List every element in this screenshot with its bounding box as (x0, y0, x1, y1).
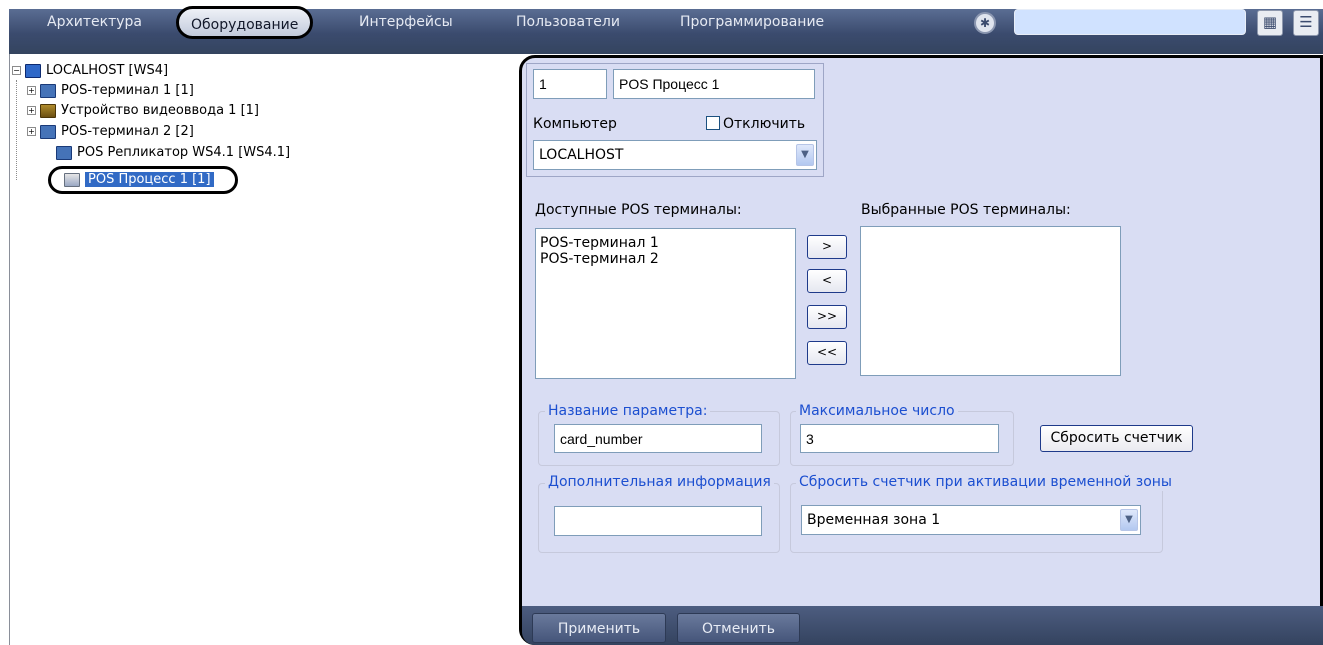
selected-terminals-label: Выбранные POS терминалы: (861, 202, 1071, 218)
menu-item-equipment[interactable]: Оборудование (176, 6, 314, 39)
param-name-label: Название параметра: (545, 402, 711, 420)
collapse-icon[interactable]: − (12, 66, 21, 75)
checkbox-icon[interactable] (706, 116, 720, 130)
menu-list-icon[interactable]: ☰ (1293, 10, 1319, 36)
menu-item-architecture[interactable]: Архитектура (47, 0, 142, 45)
max-number-field[interactable] (800, 424, 999, 453)
tree-node-label: POS-терминал 1 [1] (61, 83, 194, 98)
computer-select[interactable]: LOCALHOST ▼ (533, 140, 817, 170)
expand-icon[interactable]: + (27, 127, 36, 136)
pos-terminal-icon (40, 124, 56, 139)
search-input[interactable] (1014, 9, 1246, 35)
list-item[interactable]: POS-терминал 2 (540, 251, 791, 267)
tree-node-root[interactable]: − LOCALHOST [WS4] (12, 62, 168, 80)
chevron-down-icon[interactable]: ▼ (1120, 509, 1138, 531)
reset-counter-button[interactable]: Сбросить счетчик (1040, 425, 1193, 452)
max-number-label: Максимальное число (796, 402, 958, 420)
available-terminals-list[interactable]: POS-терминал 1 POS-терминал 2 (535, 228, 796, 379)
chevron-down-icon[interactable]: ▼ (796, 144, 814, 166)
computer-label: Компьютер (533, 116, 617, 132)
menu-item-interfaces[interactable]: Интерфейсы (359, 0, 453, 45)
move-all-left-button[interactable]: << (807, 341, 847, 365)
tree-node-pos-terminal-2[interactable]: + POS-терминал 2 [2] (27, 123, 194, 141)
video-input-icon (40, 103, 56, 118)
tree-node-pos-process-1[interactable]: POS Процесс 1 [1] (64, 171, 214, 189)
pos-process-icon (64, 172, 80, 187)
disable-label: Отключить (723, 116, 806, 132)
tree-node-label-selected: POS Процесс 1 [1] (85, 172, 214, 187)
tree-node-video-input-1[interactable]: + Устройство видеоввода 1 [1] (27, 102, 259, 120)
expand-icon[interactable]: + (27, 86, 36, 95)
tree-node-pos-replicator[interactable]: POS Репликатор WS4.1 [WS4.1] (56, 144, 290, 162)
reset-on-timezone-label: Сбросить счетчик при активации временной… (796, 473, 1175, 491)
tree-node-label: POS-терминал 2 [2] (61, 124, 194, 139)
time-zone-select-value: Временная зона 1 (807, 512, 941, 528)
id-field[interactable] (533, 69, 607, 99)
extra-info-field[interactable] (554, 506, 762, 536)
disable-checkbox[interactable]: Отключить (706, 115, 805, 133)
tree-node-pos-terminal-1[interactable]: + POS-терминал 1 [1] (27, 82, 194, 100)
move-all-right-button[interactable]: >> (807, 305, 847, 329)
settings-circle-icon[interactable]: ✱ (974, 12, 996, 34)
pos-replicator-icon (56, 145, 72, 160)
selected-terminals-list[interactable] (860, 226, 1121, 376)
menu-item-programming[interactable]: Программирование (680, 0, 824, 45)
apply-button[interactable]: Применить (532, 613, 666, 643)
computer-icon (25, 63, 41, 78)
tree-node-label: POS Репликатор WS4.1 [WS4.1] (77, 145, 291, 160)
tree-connector-line (16, 80, 17, 180)
menu-item-users[interactable]: Пользователи (516, 0, 620, 45)
time-zone-select[interactable]: Временная зона 1 ▼ (801, 505, 1141, 535)
extra-info-label: Дополнительная информация (545, 473, 774, 491)
list-item[interactable]: POS-терминал 1 (540, 235, 791, 251)
move-right-button[interactable]: > (807, 235, 847, 259)
computer-select-value: LOCALHOST (539, 147, 624, 163)
expand-icon[interactable]: + (27, 106, 36, 115)
tree-node-label: LOCALHOST [WS4] (46, 63, 169, 78)
hardware-tree (9, 54, 520, 645)
tree-node-label: Устройство видеоввода 1 [1] (61, 103, 259, 118)
move-left-button[interactable]: < (807, 269, 847, 293)
grid-view-icon[interactable]: ▦ (1257, 10, 1283, 36)
available-terminals-label: Доступные POS терминалы: (535, 202, 742, 218)
cancel-button[interactable]: Отменить (677, 613, 800, 643)
pos-terminal-icon (40, 83, 56, 98)
name-field[interactable] (613, 69, 815, 99)
param-name-field[interactable] (554, 424, 762, 453)
